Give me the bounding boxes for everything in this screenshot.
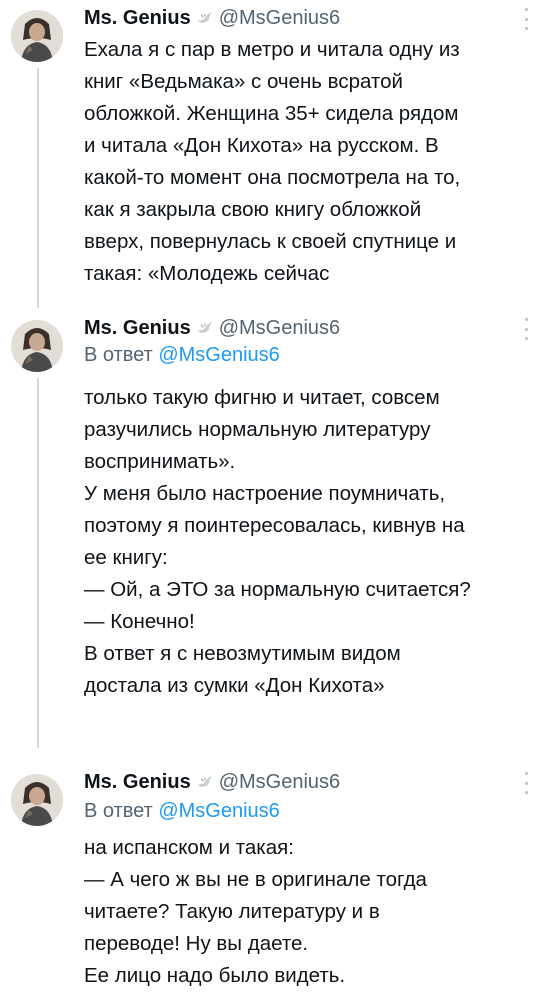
avatar-image <box>11 320 63 372</box>
avatar[interactable] <box>11 10 63 62</box>
tweet-text-line: только такую фигню и читает, совсем <box>84 386 440 409</box>
reply-prefix: В ответ <box>84 344 153 366</box>
tweet-text-line: ее книгу: <box>84 546 168 569</box>
tweet-header: Ms. Genius @MsGenius6 <box>84 768 340 796</box>
tweet-text-line: такая: «Молодежь сейчас <box>84 262 330 285</box>
tweet-text-line: — Ой, а ЭТО за нормальную считается? <box>84 578 471 601</box>
avatar-image <box>11 10 63 62</box>
tweet-text-line: — Конечно! <box>84 610 195 633</box>
author-name[interactable]: Ms. Genius <box>84 7 191 30</box>
tweet-text-line: читаете? Такую литературу и в <box>84 900 380 923</box>
tweet-header: Ms. Genius @MsGenius6 <box>84 4 340 32</box>
tweet-text: только такую фигню и читает, совсем разу… <box>84 382 544 702</box>
avatar-image <box>11 774 63 826</box>
reply-prefix: В ответ <box>84 800 153 822</box>
tweet-text-line: и читала «Дон Кихота» на русском. В <box>84 134 439 157</box>
tweet-thread: Ms. Genius @MsGenius6 Ехала я с пар в ме… <box>0 0 555 1000</box>
tweet-text: Ехала я с пар в метро и читала одну из к… <box>84 34 544 290</box>
tweet-text-line: как я закрыла свою книгу обложкой <box>84 198 422 221</box>
author-handle[interactable]: @MsGenius6 <box>219 317 340 340</box>
tweet-text-line: какой-то момент она посмотрела на то, <box>84 166 461 189</box>
replying-to: В ответ @MsGenius6 <box>84 344 280 367</box>
tweet-2[interactable]: Ms. Genius @MsGenius6 В ответ @MsGenius6… <box>0 314 555 714</box>
tweet-text-line: переводе! Ну вы даете. <box>84 932 309 955</box>
tweet-text-line: вверх, повернулась к своей спутнице и <box>84 230 457 253</box>
tweet-text-line: обложкой. Женщина 35+ сидела рядом <box>84 102 459 125</box>
tweet-text-line: достала из сумки «Дон Кихота» <box>84 674 385 697</box>
more-options-icon[interactable] <box>519 772 533 794</box>
tweet-text-line: воспринимать». <box>84 450 236 473</box>
more-options-icon[interactable] <box>519 8 533 30</box>
tweet-text-line: Ехала я с пар в метро и читала одну из <box>84 38 460 61</box>
author-name[interactable]: Ms. Genius <box>84 317 191 340</box>
dove-icon <box>197 775 213 789</box>
tweet-text: на испанском и такая: — А чего ж вы не в… <box>84 832 544 992</box>
tweet-text-line: У меня было настроение поумничать, <box>84 482 446 505</box>
avatar[interactable] <box>11 320 63 372</box>
tweet-1[interactable]: Ms. Genius @MsGenius6 Ехала я с пар в ме… <box>0 4 555 304</box>
tweet-text-line: В ответ я с невозмутимым видом <box>84 642 401 665</box>
tweet-text-line: разучились нормальную литературу <box>84 418 431 441</box>
author-handle[interactable]: @MsGenius6 <box>219 7 340 30</box>
author-handle[interactable]: @MsGenius6 <box>219 771 340 794</box>
replying-to: В ответ @MsGenius6 <box>84 800 280 823</box>
tweet-3[interactable]: Ms. Genius @MsGenius6 В ответ @MsGenius6… <box>0 768 555 1000</box>
tweet-text-line: Ее лицо надо было видеть. <box>84 964 346 987</box>
tweet-text-line: поэтому я поинтересовалась, кивнув на <box>84 514 465 537</box>
tweet-text-line: — А чего ж вы не в оригинале тогда <box>84 868 427 891</box>
tweet-header: Ms. Genius @MsGenius6 <box>84 314 340 342</box>
author-name[interactable]: Ms. Genius <box>84 771 191 794</box>
dove-icon <box>197 321 213 335</box>
dove-icon <box>197 11 213 25</box>
tweet-text-line: книг «Ведьмака» с очень всратой <box>84 70 403 93</box>
reply-handle-link[interactable]: @MsGenius6 <box>158 800 279 822</box>
reply-handle-link[interactable]: @MsGenius6 <box>158 344 279 366</box>
avatar[interactable] <box>11 774 63 826</box>
tweet-text-line: на испанском и такая: <box>84 836 294 859</box>
more-options-icon[interactable] <box>519 318 533 340</box>
